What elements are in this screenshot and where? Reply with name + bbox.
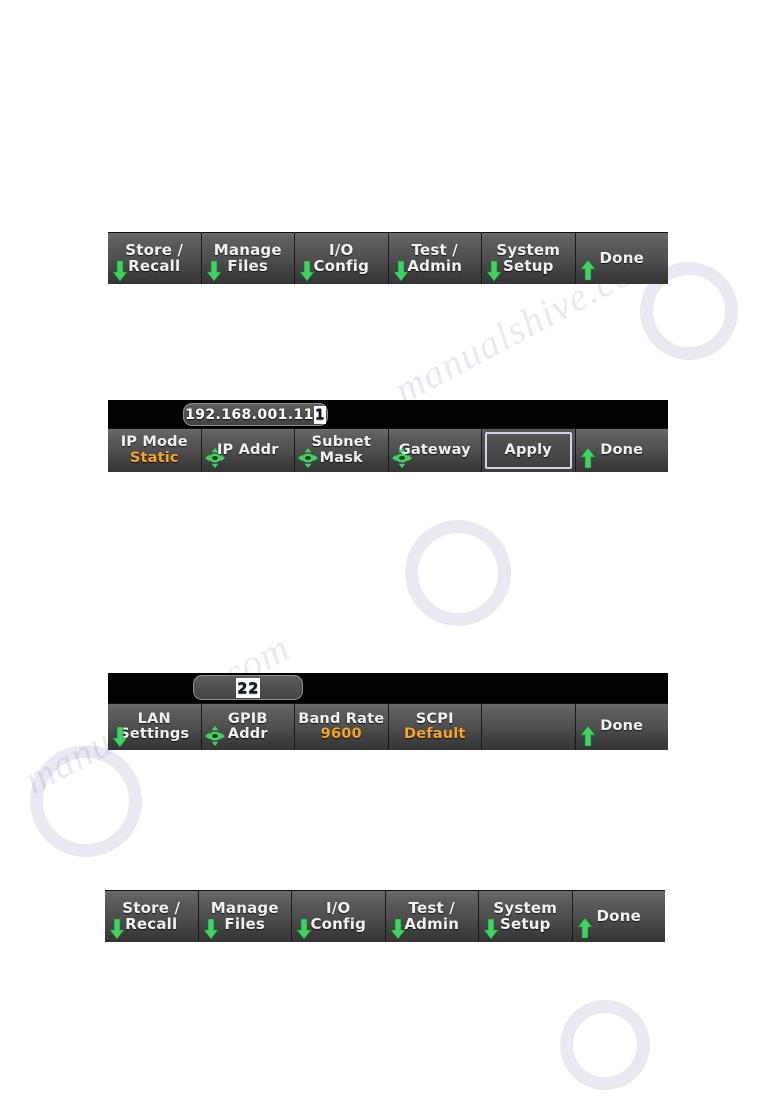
softkey-row: Store / Recall Manage Files I/O Config Test… (105, 890, 665, 942)
softkey-label: Done (600, 441, 644, 458)
softkey-done[interactable]: Done (575, 429, 668, 472)
softkey-io-config[interactable]: I/O Config (295, 233, 389, 284)
softkey-label: Test / Admin (404, 898, 460, 933)
io-config-softkey-row: 22 LAN Settings GPIB Addr Band Rate 9600 SCPI… (108, 673, 668, 750)
softkey-row: IP Mode Static IP Addr Subnet Mask Gateway Ap… (108, 428, 668, 472)
softkey-test-admin[interactable]: Test / Admin (385, 891, 479, 942)
softkey-value: Default (403, 726, 466, 742)
watermark-ring (560, 1000, 650, 1090)
softkey-label: IP Addr (216, 441, 279, 458)
main-menu-softkey-row: Store / Recall Manage Files I/O Config Test… (108, 232, 668, 284)
arrow-up-icon (579, 259, 596, 281)
softkey-value: Static (129, 449, 179, 466)
arrow-up-icon (579, 725, 596, 747)
softkey-done[interactable]: Done (575, 704, 668, 750)
softkey-store-recall[interactable]: Store / Recall (108, 233, 202, 284)
softkey-label: System Setup (493, 898, 558, 933)
softkey-manage-files[interactable]: Manage Files (201, 233, 295, 284)
softkey-apply[interactable]: Apply (482, 429, 576, 472)
softkey-io-config[interactable]: I/O Config (292, 891, 386, 942)
arrow-up-icon (579, 447, 596, 469)
softkey-label: Manage Files (213, 240, 282, 275)
softkey-label: SCPI (415, 710, 454, 727)
softkey-row: Store / Recall Manage Files I/O Config Test… (108, 232, 668, 284)
ip-address-field[interactable]: 192.168.001.11 1 (183, 403, 328, 426)
softkey-label: Subnet Mask (311, 434, 371, 466)
softkey-lan-settings[interactable]: LAN Settings (108, 704, 202, 750)
softkey-store-recall[interactable]: Store / Recall (105, 891, 199, 942)
softkey-label: I/O Config (313, 240, 370, 275)
softkey-label: I/O Config (310, 898, 367, 933)
softkey-manage-files[interactable]: Manage Files (198, 891, 292, 942)
softkey-test-admin[interactable]: Test / Admin (388, 233, 482, 284)
softkey-band-rate[interactable]: Band Rate 9600 (295, 704, 389, 750)
softkey-label: System Setup (496, 240, 561, 275)
softkey-subnet-mask[interactable]: Subnet Mask (295, 429, 389, 472)
nav-pad-icon (204, 726, 225, 746)
softkey-label: Manage Files (210, 898, 279, 933)
softkey-label: Store / Recall (125, 240, 184, 275)
edit-cursor-digit: 1 (313, 405, 326, 424)
softkey-done[interactable]: Done (575, 233, 668, 284)
edit-cursor-digit: 22 (236, 677, 260, 698)
softkey-label: IP Mode (120, 434, 188, 451)
softkey-label: Test / Admin (407, 240, 463, 275)
softkey-label: LAN Settings (119, 710, 190, 742)
softkey-label: Done (600, 718, 644, 735)
softkey-scpi[interactable]: SCPI Default (388, 704, 482, 750)
softkey-ip-mode[interactable]: IP Mode Static (108, 429, 202, 472)
softkey-label: Done (599, 248, 644, 267)
gpib-address-field[interactable]: 22 (193, 675, 303, 700)
softkey-row: LAN Settings GPIB Addr Band Rate 9600 SCPI De… (108, 703, 668, 750)
watermark-ring (30, 745, 142, 857)
arrow-up-icon (576, 917, 593, 939)
softkey-gpib-addr[interactable]: GPIB Addr (201, 704, 295, 750)
softkey-ip-addr[interactable]: IP Addr (201, 429, 295, 472)
main-menu-softkey-row: Store / Recall Manage Files I/O Config Test… (105, 890, 665, 942)
softkey-system-setup[interactable]: System Setup (479, 891, 573, 942)
lan-settings-softkey-row: 192.168.001.11 1 IP Mode Static IP Addr Subne… (108, 400, 668, 472)
softkey-done[interactable]: Done (572, 891, 665, 942)
softkey-label: Done (596, 906, 641, 925)
softkey-label: Band Rate (298, 710, 385, 727)
watermark-ring (405, 520, 511, 626)
instrument-display-bar: 192.168.001.11 1 (108, 400, 668, 428)
field-text: 192.168.001.11 (185, 406, 314, 423)
softkey-label: Apply (504, 441, 552, 458)
softkey-label: Gateway (398, 441, 471, 458)
softkey-system-setup[interactable]: System Setup (482, 233, 576, 284)
softkey-label: Store / Recall (122, 898, 181, 933)
softkey-blank (482, 704, 576, 750)
instrument-display-bar: 22 (108, 673, 668, 703)
softkey-label: GPIB Addr (227, 710, 268, 742)
softkey-value: 9600 (320, 726, 362, 742)
softkey-gateway[interactable]: Gateway (388, 429, 482, 472)
